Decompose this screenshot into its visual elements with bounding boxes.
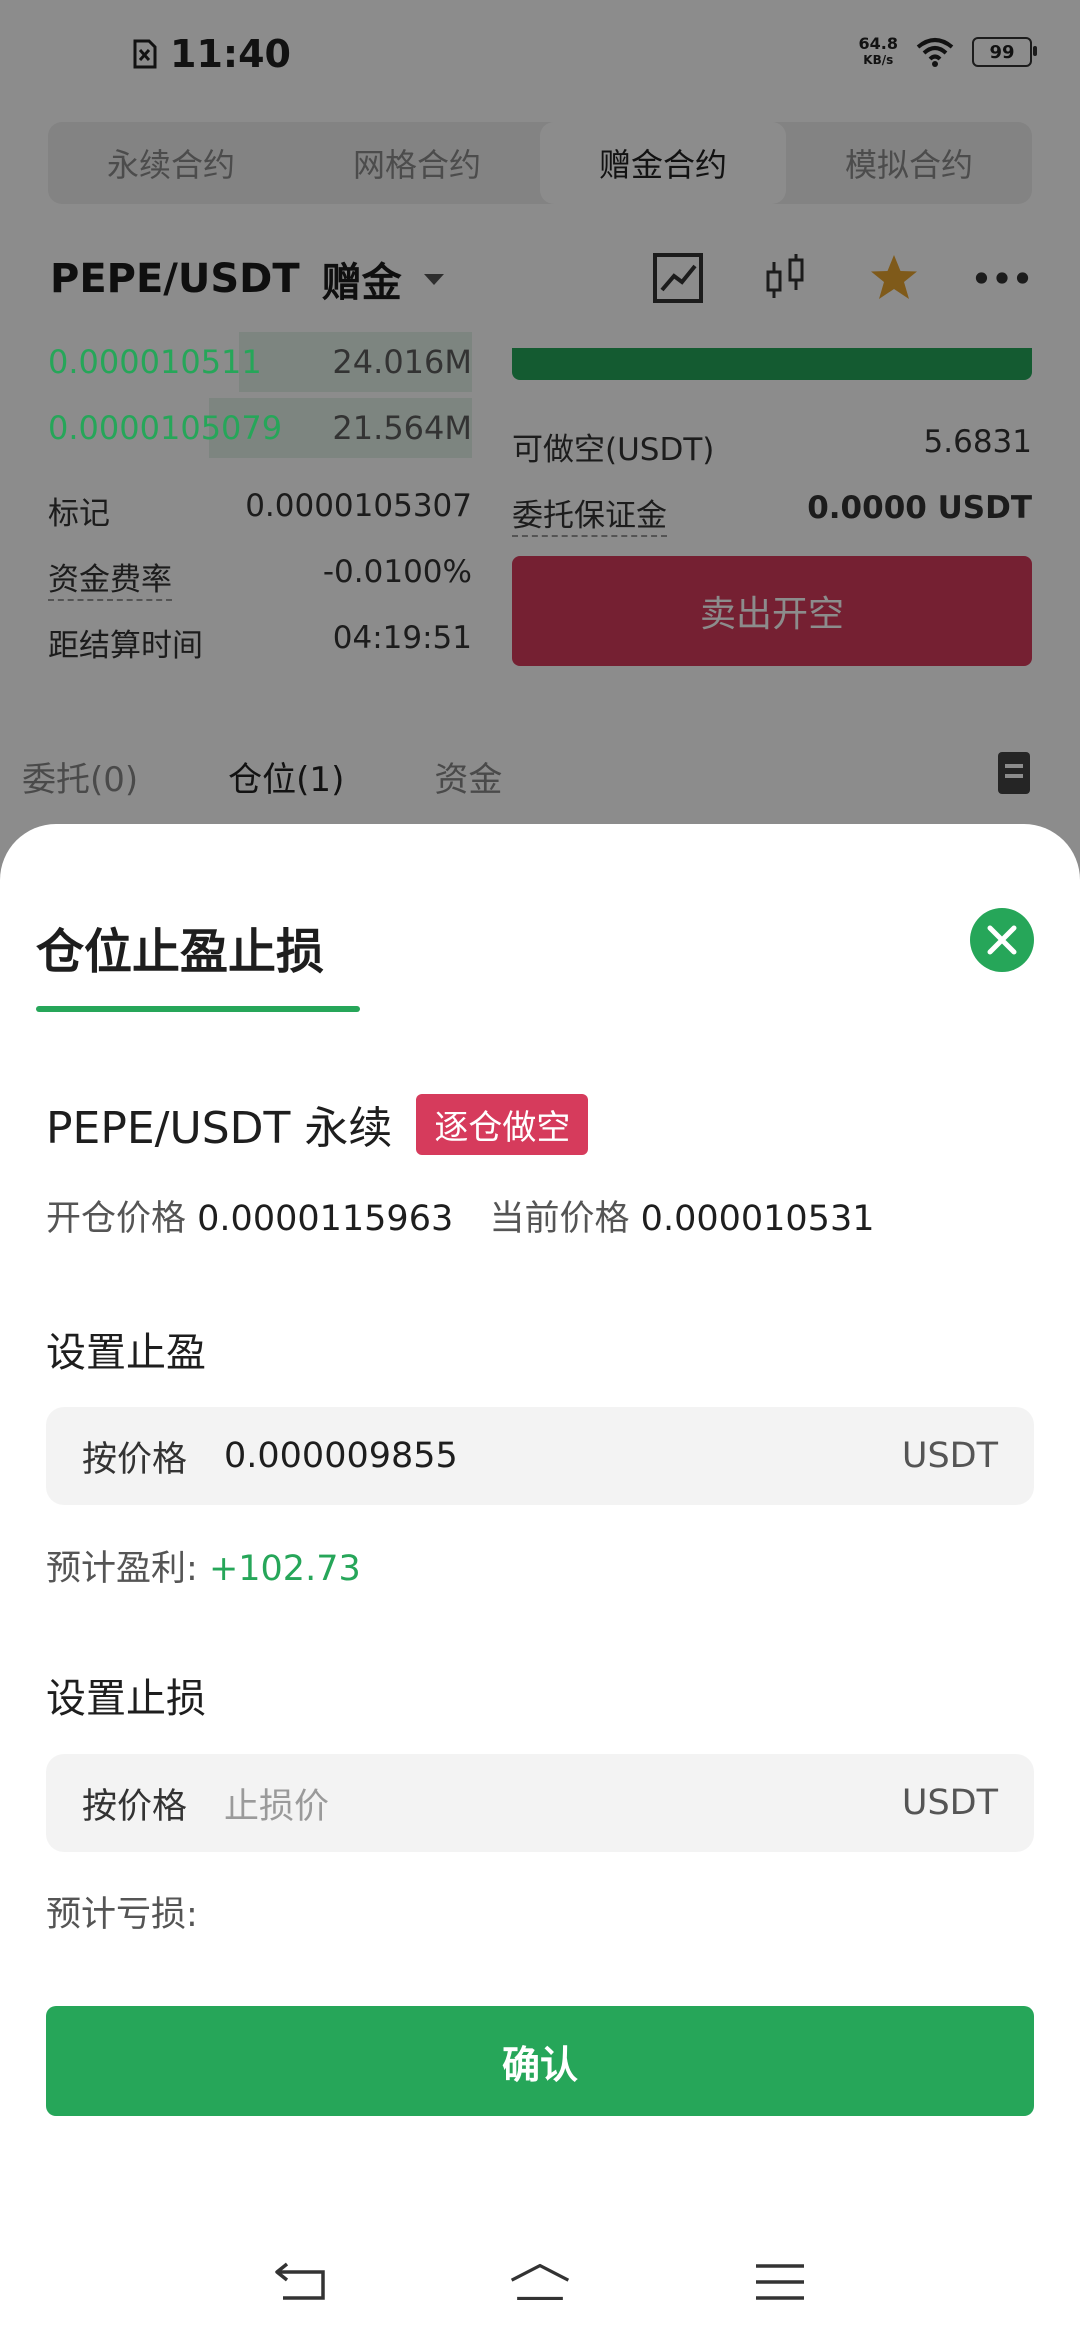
current-price-value: 0.000010531 — [640, 1199, 875, 1239]
close-icon — [987, 925, 1017, 955]
take-profit-unit: USDT — [901, 1436, 998, 1476]
confirm-button[interactable]: 确认 — [46, 2006, 1034, 2116]
orderbook-qty: 21.564M — [332, 409, 472, 447]
position-side-badge: 逐仓做空 — [416, 1093, 589, 1155]
stop-loss-unit: USDT — [901, 1783, 998, 1823]
home-icon[interactable] — [508, 2250, 572, 2314]
position-symbol: PEPE/USDT 永续 — [46, 1103, 393, 1154]
system-nav-bar — [0, 2232, 1080, 2332]
price-info-row: 开仓价格 0.0000115963 当前价格 0.000010531 — [46, 1190, 874, 1241]
open-price-label: 开仓价格 — [46, 1199, 187, 1239]
take-profit-input[interactable]: 按价格 0.000009855 USDT — [46, 1407, 1034, 1505]
estimated-loss-label: 预计亏损: — [46, 1895, 198, 1935]
close-button[interactable] — [970, 908, 1034, 972]
stop-loss-input[interactable]: 按价格 止损价 USDT — [46, 1754, 1034, 1852]
estimated-profit-value: +102.73 — [208, 1549, 361, 1589]
stop-loss-title: 设置止损 — [46, 1676, 206, 1722]
title-underline — [36, 1006, 360, 1012]
orderbook-qty: 24.016M — [332, 343, 472, 381]
open-price-value: 0.0000115963 — [197, 1199, 454, 1239]
current-price-label: 当前价格 — [489, 1199, 630, 1239]
menu-icon[interactable] — [748, 2250, 812, 2314]
orderbook-price: 0.0000105079 — [48, 409, 283, 447]
modal-overlay[interactable] — [0, 0, 1080, 900]
back-icon[interactable] — [268, 2250, 332, 2314]
estimated-profit-label: 预计盈利: — [46, 1549, 198, 1589]
take-profit-title: 设置止盈 — [46, 1330, 206, 1376]
estimated-loss-row: 预计亏损: — [46, 1886, 198, 1937]
stop-loss-placeholder[interactable]: 止损价 — [224, 1778, 902, 1829]
position-symbol-row: PEPE/USDT 永续 逐仓做空 — [46, 1092, 589, 1156]
stop-loss-mode[interactable]: 按价格 — [46, 1778, 224, 1829]
take-profit-mode[interactable]: 按价格 — [46, 1431, 224, 1482]
estimated-profit-row: 预计盈利: +102.73 — [46, 1540, 361, 1591]
orderbook-price: 0.000010511 — [48, 343, 262, 381]
take-profit-value[interactable]: 0.000009855 — [224, 1436, 902, 1476]
tp-sl-sheet: 仓位止盈止损 PEPE/USDT 永续 逐仓做空 开仓价格 0.00001159… — [0, 824, 1080, 2340]
sheet-title: 仓位止盈止损 — [36, 924, 325, 980]
